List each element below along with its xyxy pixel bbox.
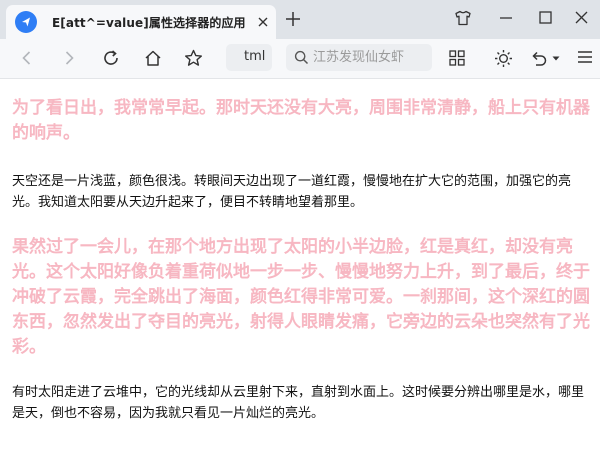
search-box[interactable]: [286, 44, 432, 71]
apps-grid-icon[interactable]: [448, 49, 466, 67]
brightness-sun-icon[interactable]: [494, 49, 513, 68]
page-content: 为了看日出，我常常早起。那时天还没有大亮，周围非常清静，船上只有机器的响声。 天…: [0, 79, 600, 449]
refresh-icon[interactable]: [102, 49, 120, 67]
paragraph-1: 为了看日出，我常常早起。那时天还没有大亮，周围非常清静，船上只有机器的响声。: [12, 98, 590, 143]
new-tab-icon[interactable]: [285, 11, 301, 27]
favorite-star-icon[interactable]: [184, 49, 203, 68]
back-icon[interactable]: [18, 49, 36, 67]
tab-title: E[att^=value]属性选择器的应用: [52, 16, 246, 30]
undo-icon[interactable]: [530, 49, 548, 67]
menu-icon[interactable]: [577, 49, 593, 65]
maximize-icon[interactable]: [539, 11, 552, 24]
home-icon[interactable]: [144, 49, 162, 67]
paragraph-4: 有时太阳走进了云堆中，它的光线却从云里射下来，直射到水面上。这时候要分辨出哪里是…: [12, 385, 585, 421]
search-input[interactable]: [313, 44, 428, 71]
browser-tab[interactable]: E[att^=value]属性选择器的应用: [6, 5, 276, 39]
undo-dropdown-arrow-icon[interactable]: [552, 56, 560, 62]
browser-logo-icon: [15, 11, 37, 33]
address-bar[interactable]: tml: [226, 44, 272, 71]
skin-shirt-icon[interactable]: [454, 10, 472, 26]
close-window-icon[interactable]: [575, 11, 588, 24]
tab-close-icon[interactable]: [256, 15, 270, 29]
forward-icon[interactable]: [60, 49, 78, 67]
address-text: tml: [244, 49, 266, 64]
browser-title-bar: E[att^=value]属性选择器的应用: [0, 0, 600, 39]
minimize-icon[interactable]: [499, 10, 513, 26]
search-icon: [294, 50, 309, 65]
paragraph-2: 天空还是一片浅蓝，颜色很浅。转眼间天边出现了一道红霞，慢慢地在扩大它的范围，加强…: [12, 174, 572, 210]
browser-toolbar: tml: [0, 39, 600, 79]
paragraph-3: 果然过了一会儿，在那个地方出现了太阳的小半边脸，红是真红，却没有亮光。这个太阳好…: [12, 237, 590, 357]
